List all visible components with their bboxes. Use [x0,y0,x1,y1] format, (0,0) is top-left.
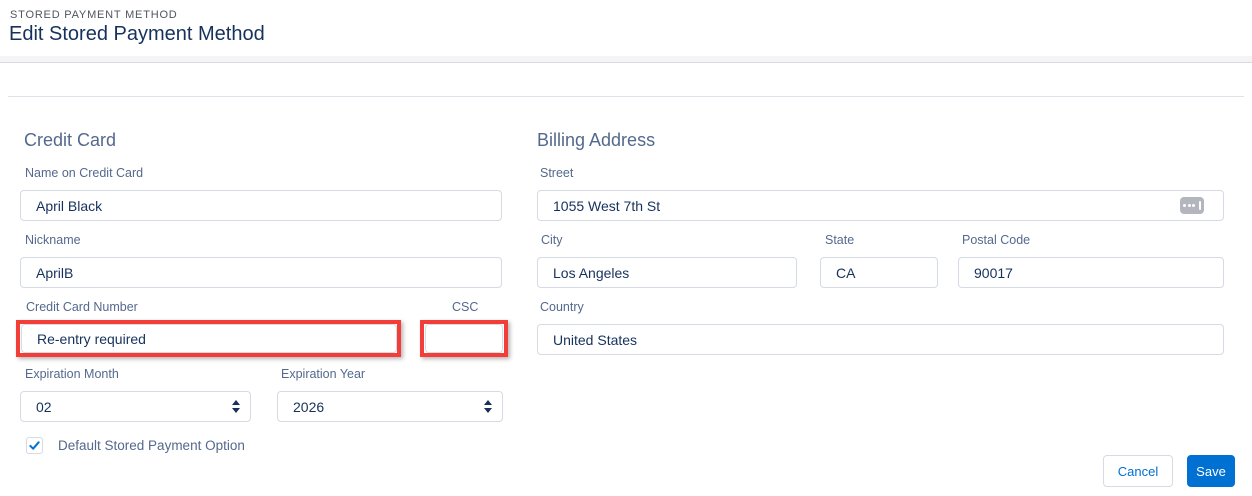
street-label: Street [540,166,574,180]
card-number-label: Credit Card Number [26,300,138,314]
postal-code-label: Postal Code [962,233,1031,247]
up-down-spinner-icon [484,400,492,413]
edit-stored-payment-method-page: STORED PAYMENT METHOD Edit Stored Paymen… [0,0,1252,496]
name-on-card-label: Name on Credit Card [25,166,144,180]
exp-month-value: 02 [36,398,52,415]
exp-month-label: Expiration Month [25,367,119,381]
default-payment-checkbox[interactable] [26,437,43,454]
page-title: Edit Stored Payment Method [9,23,265,45]
save-button[interactable]: Save [1187,455,1235,487]
ellipsis-expand-icon[interactable] [1180,197,1204,214]
country-input[interactable] [537,324,1224,355]
state-input[interactable] [820,257,938,288]
state-label: State [825,233,855,247]
exp-year-label: Expiration Year [281,367,366,381]
billing-address-section-heading: Billing Address [537,130,656,150]
up-down-spinner-icon [232,400,240,413]
nickname-label: Nickname [25,233,81,247]
postal-code-input[interactable] [958,257,1224,288]
header-divider [0,56,1252,63]
exp-month-select[interactable]: 02 [20,391,251,422]
city-input[interactable] [537,257,797,288]
exp-year-select[interactable]: 2026 [277,391,503,422]
entity-eyebrow: STORED PAYMENT METHOD [10,9,178,21]
content-divider [8,96,1244,97]
city-label: City [541,233,563,247]
annotation-box-card-number [16,320,401,357]
annotation-box-csc [420,320,508,357]
credit-card-section-heading: Credit Card [24,130,117,150]
checkmark-icon [29,441,40,450]
csc-label: CSC [452,300,479,314]
cancel-button[interactable]: Cancel [1103,455,1173,487]
street-input[interactable] [537,190,1224,221]
default-payment-checkbox-label: Default Stored Payment Option [58,438,245,453]
nickname-input[interactable] [20,257,502,288]
name-on-card-input[interactable] [20,190,502,221]
exp-year-value: 2026 [293,398,325,415]
country-label: Country [540,300,584,314]
